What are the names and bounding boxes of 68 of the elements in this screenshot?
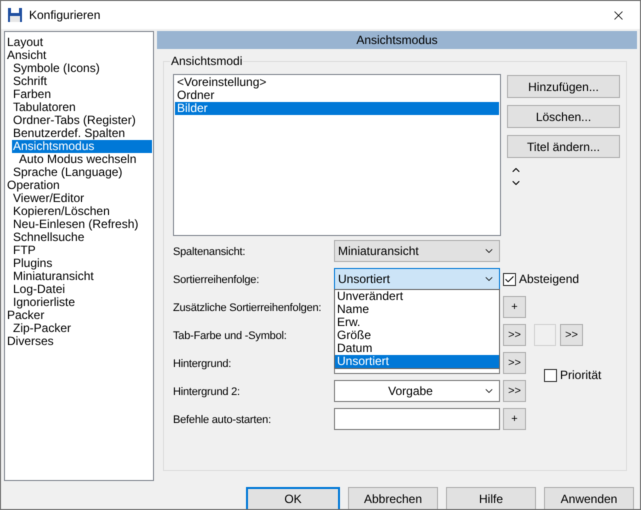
tree-item[interactable]: Miniaturansicht [5, 270, 152, 283]
dropdown-option[interactable]: Unverändert [335, 290, 499, 303]
tree-item[interactable]: Farben [5, 88, 152, 101]
dropdown-option[interactable]: Datum [335, 342, 499, 355]
combo-value: Vorgabe [387, 383, 434, 400]
dropdown-option[interactable]: Größe [335, 329, 499, 342]
tree-item[interactable]: Auto Modus wechseln [5, 153, 152, 166]
list-item[interactable]: Ordner [175, 89, 499, 102]
color-swatch[interactable] [534, 324, 556, 346]
combo-box[interactable]: Unsortiert [334, 268, 500, 290]
window-title: Konfigurieren [29, 7, 102, 24]
panel-header: Ansichtsmodus [157, 31, 637, 49]
action-button[interactable]: Löschen... [507, 105, 620, 128]
input-field[interactable] [334, 408, 500, 430]
tree-item[interactable]: Neu-Einlesen (Refresh) [5, 218, 152, 231]
combo-value: Unsortiert [338, 271, 392, 288]
tree-item[interactable]: Packer [5, 309, 152, 322]
tree-item[interactable]: Zip-Packer [5, 322, 152, 335]
small-button[interactable]: >> [503, 324, 526, 346]
tree-item[interactable]: Symbole (Icons) [5, 62, 152, 75]
tree-item[interactable]: Ansicht [5, 49, 152, 62]
checkbox-label: Absteigend [519, 271, 580, 288]
tree-item[interactable]: Ordner-Tabs (Register) [5, 114, 152, 127]
tree-item[interactable]: Schnellsuche [5, 231, 152, 244]
tree-item[interactable]: Operation [5, 179, 152, 192]
list-item[interactable]: Bilder [175, 102, 499, 115]
tree-item[interactable]: Diverses [5, 335, 152, 348]
field-label: Zusätzliche Sortierreihenfolgen: [173, 302, 322, 314]
field-label: Spaltenansicht: [173, 246, 246, 258]
tree-item[interactable]: Ignorierliste [5, 296, 152, 309]
tree-item[interactable]: FTP [5, 244, 152, 257]
tree-item[interactable]: Plugins [5, 257, 152, 270]
dialog-button[interactable]: Hilfe [446, 487, 536, 509]
action-button[interactable]: Hinzufügen... [507, 75, 620, 98]
small-button[interactable]: >> [560, 324, 583, 346]
dialog-button[interactable]: Anwenden [544, 487, 634, 509]
small-button[interactable]: >> [503, 380, 526, 402]
field-label: Tab-Farbe und -Symbol: [173, 330, 287, 342]
tree-item[interactable]: Ansichtsmodus [12, 140, 152, 153]
field-label: Hintergrund 2: [173, 386, 240, 398]
checkbox-label: Priorität [560, 367, 602, 384]
dialog-button[interactable]: Abbrechen [348, 487, 438, 509]
small-button[interactable]: >> [503, 352, 526, 374]
field-label: Hintergrund: [173, 358, 232, 370]
small-button[interactable]: + [503, 408, 526, 430]
tree-item[interactable]: Tabulatoren [5, 101, 152, 114]
combo-box[interactable]: Miniaturansicht [334, 240, 500, 262]
checkbox[interactable] [544, 368, 557, 382]
tree-item[interactable]: Log-Datei [5, 283, 152, 296]
combo-box[interactable]: Vorgabe [334, 380, 500, 402]
tree-item[interactable]: Benutzerdef. Spalten [5, 127, 152, 140]
checkbox[interactable] [503, 272, 516, 286]
combo-value: Miniaturansicht [338, 243, 420, 260]
tree-item[interactable]: Sprache (Language) [5, 166, 152, 179]
dropdown-option[interactable]: Name [335, 303, 499, 316]
group-title: Ansichtsmodi [170, 54, 244, 68]
list-item[interactable]: <Voreinstellung> [175, 76, 499, 89]
field-label: Sortierreihenfolge: [173, 274, 260, 286]
tree-item[interactable]: Schrift [5, 75, 152, 88]
tree-item[interactable]: Layout [5, 36, 152, 49]
tree-item[interactable]: Viewer/Editor [5, 192, 152, 205]
field-label: Befehle auto-starten: [173, 414, 271, 426]
dropdown-option[interactable]: Unsortiert [335, 355, 499, 368]
small-button[interactable]: + [503, 296, 526, 318]
action-button[interactable]: Titel ändern... [507, 135, 620, 158]
dialog-button[interactable]: OK [246, 487, 340, 509]
dropdown-option[interactable]: Erw. [335, 316, 499, 329]
tree-item[interactable]: Kopieren/Löschen [5, 205, 152, 218]
